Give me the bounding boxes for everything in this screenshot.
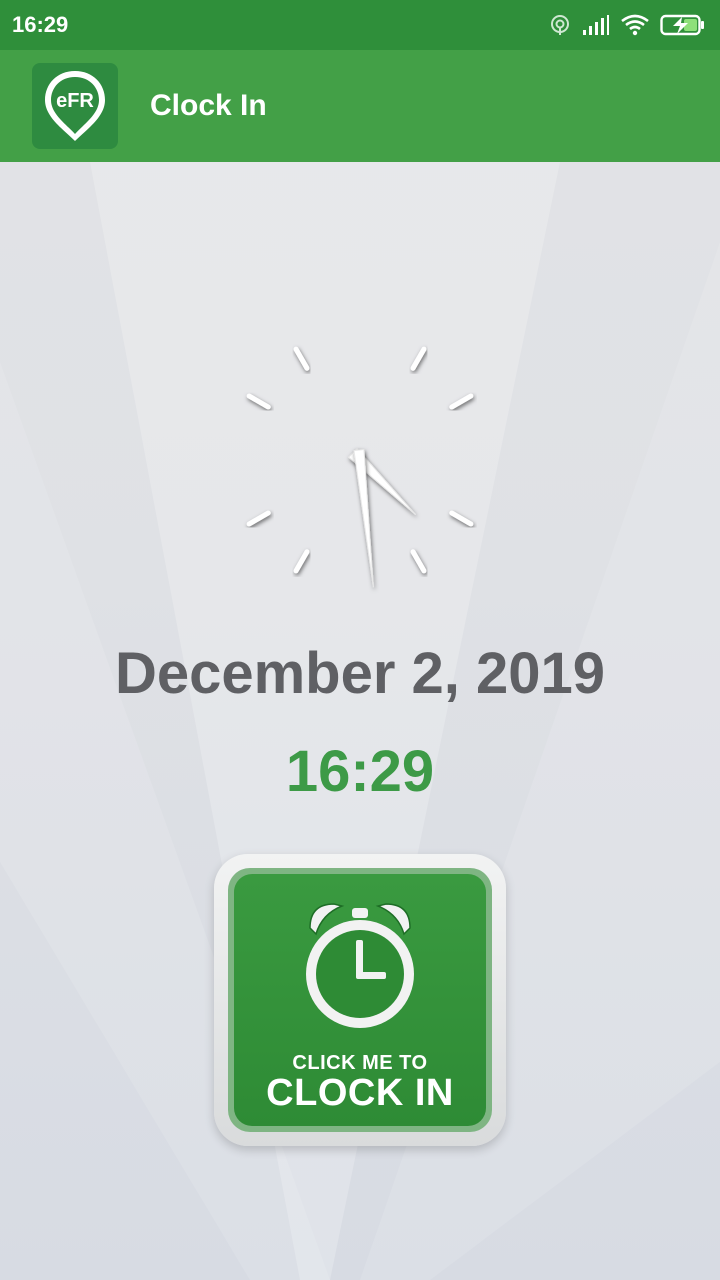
logo-text: eFR (56, 90, 94, 112)
clock-tick (293, 346, 310, 371)
status-bar: 16:29 (0, 0, 720, 50)
clock-in-button[interactable]: CLICK ME TO CLOCK IN (214, 854, 506, 1146)
clock-tick (410, 346, 427, 371)
battery-charging-icon (660, 14, 706, 36)
clock-in-button-face: CLICK ME TO CLOCK IN (234, 874, 486, 1126)
clock-in-button-frame: CLICK ME TO CLOCK IN (228, 868, 492, 1132)
efr-logo: eFR (32, 63, 118, 149)
clock-tick (246, 510, 271, 527)
app-bar: eFR Clock In (0, 50, 720, 162)
wifi-icon (620, 14, 650, 36)
analog-clock (220, 320, 500, 600)
status-time: 16:29 (12, 12, 69, 37)
date-label: December 2, 2019 (114, 641, 606, 706)
clock-tick (246, 393, 271, 410)
clock-tick (293, 549, 310, 574)
status-icons (548, 13, 706, 37)
clock-tick (410, 549, 427, 574)
hotspot-icon (548, 13, 572, 37)
alarm-clock-icon (300, 894, 420, 1037)
clock-in-button-line2: CLOCK IN (266, 1072, 454, 1114)
digital-time: 16:29 (285, 739, 435, 804)
page-title: Clock In (150, 89, 267, 122)
clock-tick (449, 393, 474, 410)
signal-icon (582, 14, 610, 36)
clock-tick (449, 510, 474, 527)
